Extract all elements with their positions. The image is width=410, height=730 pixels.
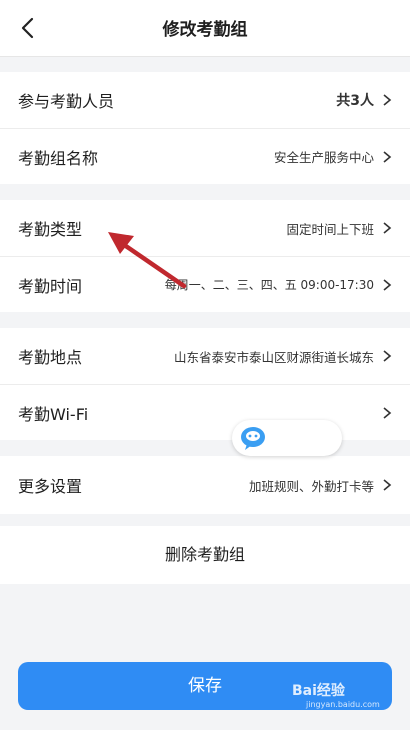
settings-group-4: 更多设置 加班规则、外勤打卡等	[0, 456, 410, 514]
row-label: 考勤组名称	[18, 148, 99, 168]
more-settings-row[interactable]: 更多设置 加班规则、外勤打卡等	[0, 456, 410, 514]
row-value: 固定时间上下班	[286, 221, 374, 237]
row-label: 考勤时间	[18, 276, 83, 296]
settings-group-3: 考勤地点 山东省泰安市泰山区财源街道长城东 考勤Wi-Fi	[0, 328, 410, 440]
row-value: 每周一、二、三、四、五 09:00-17:30	[164, 278, 374, 292]
row-label: 考勤类型	[18, 220, 83, 239]
chevron-right-icon	[383, 406, 392, 419]
chevron-right-icon	[383, 94, 392, 106]
chat-bubble-icon	[241, 427, 265, 450]
row-value: 共3人	[336, 93, 374, 109]
row-value: 安全生产服务中心	[273, 150, 374, 165]
row-label: 参与考勤人员	[18, 92, 115, 111]
watermark-logo: Bai经验	[292, 683, 345, 699]
chevron-right-icon	[383, 222, 392, 234]
chevron-right-icon	[383, 350, 392, 362]
chevron-right-icon	[383, 150, 392, 163]
chevron-right-icon	[383, 479, 392, 491]
row-value: 加班规则、外勤打卡等	[248, 478, 374, 494]
settings-group-2: 考勤类型 固定时间上下班 考勤时间 每周一、二、三、四、五 09:00-17:3…	[0, 200, 410, 312]
attendance-time-row[interactable]: 考勤时间 每周一、二、三、四、五 09:00-17:30	[0, 256, 410, 312]
row-value: 山东省泰安市泰山区财源街道长城东	[173, 349, 374, 365]
participants-row[interactable]: 参与考勤人员 共3人	[0, 72, 410, 128]
settings-group-1: 参与考勤人员 共3人 考勤组名称 安全生产服务中心	[0, 72, 410, 184]
page-title: 修改考勤组	[162, 20, 248, 40]
floating-assistant-chip[interactable]	[232, 420, 342, 456]
chevron-right-icon	[383, 278, 392, 291]
attendance-type-row[interactable]: 考勤类型 固定时间上下班	[0, 200, 410, 256]
back-chevron-left-icon[interactable]	[14, 14, 42, 42]
delete-group-button[interactable]: 删除考勤组	[0, 526, 410, 584]
watermark-url: jingyan.baidu.com	[306, 700, 380, 709]
row-label: 考勤地点	[18, 348, 83, 367]
row-label: 考勤Wi-Fi	[18, 404, 89, 424]
attendance-wifi-row[interactable]: 考勤Wi-Fi	[0, 384, 410, 440]
row-label: 更多设置	[18, 477, 83, 496]
group-name-row[interactable]: 考勤组名称 安全生产服务中心	[0, 128, 410, 184]
nav-bar: 修改考勤组	[0, 0, 410, 57]
attendance-location-row[interactable]: 考勤地点 山东省泰安市泰山区财源街道长城东	[0, 328, 410, 384]
